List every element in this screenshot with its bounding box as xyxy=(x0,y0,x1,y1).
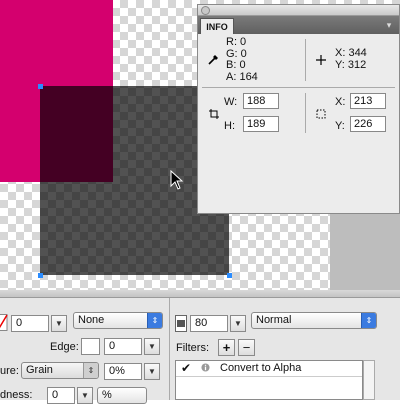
pointer-y-value: Y: 312 xyxy=(335,59,367,71)
divider xyxy=(202,87,395,88)
y-label: Y: xyxy=(335,120,345,132)
select-arrow-icon: ⇕ xyxy=(83,363,98,378)
stroke-style-value: None xyxy=(78,314,105,326)
selection-handle-bottom-right[interactable] xyxy=(227,273,232,278)
select-arrow-icon: ⇕ xyxy=(361,313,376,328)
height-label: H: xyxy=(224,120,235,132)
softness-unit-select[interactable]: % xyxy=(97,387,147,404)
softness-label: dness: xyxy=(0,389,33,401)
size-icon xyxy=(209,109,219,119)
eyedropper-icon xyxy=(208,55,218,65)
divider xyxy=(305,39,306,81)
filters-scrollbar[interactable] xyxy=(363,360,375,400)
color-readout: R: 0 G: 0 B: 0 A: 164 xyxy=(226,36,258,83)
softness-dropdown[interactable]: ▼ xyxy=(77,387,93,404)
softness-field[interactable]: 0 xyxy=(47,387,75,404)
height-field[interactable]: 189 xyxy=(243,116,279,132)
opacity-dropdown[interactable]: ▼ xyxy=(230,315,246,332)
stroke-size-dropdown[interactable]: ▼ xyxy=(51,315,67,332)
stroke-style-select[interactable]: None ⇕ xyxy=(73,312,163,329)
select-arrow-icon: ⇕ xyxy=(147,313,162,328)
edge-dropdown[interactable]: ▼ xyxy=(144,338,160,355)
position-icon xyxy=(316,109,326,119)
filter-enabled-checkbox[interactable]: ✔ xyxy=(181,361,191,375)
selection-handle-bottom-left[interactable] xyxy=(38,273,43,278)
softness-unit-value: % xyxy=(102,389,112,401)
stroke-size-field[interactable]: 0 xyxy=(11,315,49,332)
blend-mode-select[interactable]: Normal ⇕ xyxy=(251,312,377,329)
panel-gutter xyxy=(330,214,400,290)
red-value: R: 0 xyxy=(226,36,247,48)
filter-name: Convert to Alpha xyxy=(220,362,302,374)
texture-amount-dropdown[interactable]: ▼ xyxy=(144,363,160,380)
filters-label: Filters: xyxy=(176,342,209,354)
edge-color-swatch[interactable] xyxy=(81,338,100,355)
info-panel-titlebar[interactable] xyxy=(198,5,399,16)
texture-label: ure: xyxy=(0,365,19,377)
info-icon[interactable] xyxy=(201,363,210,372)
alpha-value: A: 164 xyxy=(226,70,258,83)
pointer-position-readout: X: 344 Y: 312 xyxy=(335,47,367,71)
edge-label: Edge: xyxy=(50,341,79,353)
x-position-field[interactable]: 213 xyxy=(350,93,386,109)
properties-header xyxy=(0,290,400,298)
stroke-color-swatch[interactable] xyxy=(0,314,8,331)
list-item[interactable]: ✔ Convert to Alpha xyxy=(176,361,362,377)
selection-handle-top-left[interactable] xyxy=(38,84,43,89)
panel-menu-icon[interactable]: ▾ xyxy=(383,19,395,31)
mouse-pointer-icon xyxy=(170,170,184,190)
width-label: W: xyxy=(224,96,238,108)
remove-filter-button[interactable]: − xyxy=(238,339,255,356)
texture-value: Grain xyxy=(26,364,53,376)
y-position-field[interactable]: 226 xyxy=(350,116,386,132)
x-label: X: xyxy=(335,96,346,108)
blend-mode-value: Normal xyxy=(256,314,292,326)
filters-list: ✔ Convert to Alpha xyxy=(175,360,363,400)
info-panel-tabbar: INFO ▾ xyxy=(198,16,399,34)
properties-inspector: 0 ▼ None ⇕ Edge: 0 ▼ ure: Grain ⇕ 0% ▼ d… xyxy=(0,290,400,404)
divider xyxy=(305,93,306,133)
edge-field[interactable]: 0 xyxy=(104,338,142,355)
blue-value: B: 0 xyxy=(226,59,246,71)
texture-amount-field[interactable]: 0% xyxy=(104,363,142,380)
texture-select[interactable]: Grain ⇕ xyxy=(21,362,99,379)
opacity-icon xyxy=(175,315,187,332)
pointer-x-value: X: 344 xyxy=(335,47,367,59)
crosshair-icon xyxy=(316,55,326,65)
close-icon[interactable] xyxy=(201,6,210,15)
add-filter-button[interactable]: + xyxy=(218,339,235,356)
info-panel: INFO ▾ R: 0 G: 0 B: 0 A: 164 X: 344 Y: 3… xyxy=(197,4,400,214)
opacity-field[interactable]: 80 xyxy=(190,315,228,332)
width-field[interactable]: 188 xyxy=(243,93,279,109)
tab-info[interactable]: INFO xyxy=(200,18,234,34)
section-divider xyxy=(169,298,170,400)
